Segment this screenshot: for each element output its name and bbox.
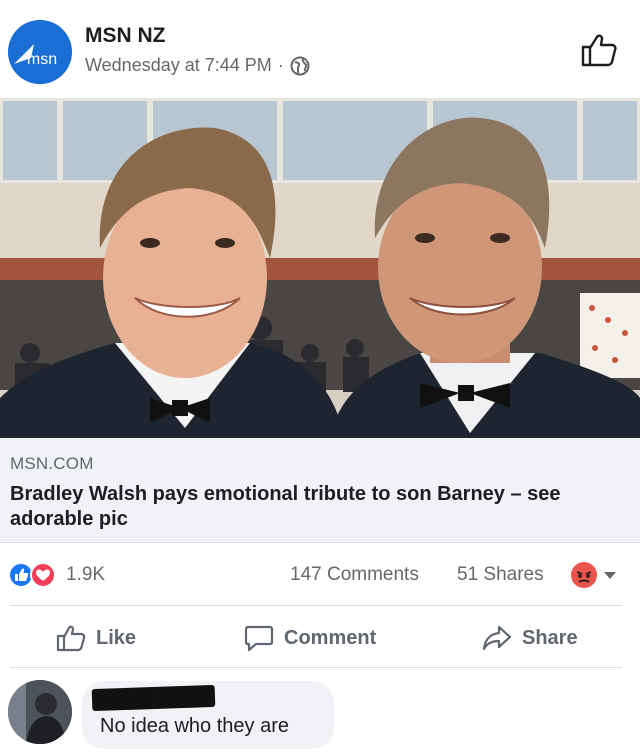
msn-logo-icon: msn	[8, 20, 72, 84]
meta-separator: ·	[277, 55, 284, 75]
reaction-icons[interactable]	[8, 562, 64, 588]
comment-author-redacted[interactable]: Jaman Brown	[91, 684, 216, 712]
comments-count[interactable]: 147 Comments	[290, 564, 419, 586]
comment-button[interactable]: Comment	[244, 618, 376, 658]
like-reaction-icon	[8, 562, 34, 588]
svg-text:msn: msn	[27, 51, 57, 68]
link-title[interactable]: Bradley Walsh pays emotional tribute to …	[10, 482, 625, 532]
chevron-down-icon	[604, 572, 616, 579]
globe-icon	[290, 56, 310, 76]
link-preview[interactable]: MSN.COM Bradley Walsh pays emotional tri…	[0, 438, 640, 543]
like-button[interactable]: Like	[56, 618, 136, 658]
page-avatar[interactable]: msn	[8, 20, 72, 84]
share-icon	[482, 625, 512, 651]
post-photo[interactable]	[0, 98, 640, 438]
post-timestamp[interactable]: Wednesday at 7:44 PM	[85, 55, 272, 76]
thumbs-up-icon[interactable]	[580, 32, 618, 68]
comment-text: No idea who they are	[100, 715, 290, 737]
post-header: msn MSN NZ Wednesday at 7:44 PM ·	[0, 0, 640, 98]
thumbs-up-icon	[56, 625, 86, 652]
comment-bubble: Jaman Brown No idea who they are	[82, 681, 334, 749]
commenter-avatar[interactable]	[8, 680, 72, 744]
like-label: Like	[96, 626, 137, 649]
post-meta: Wednesday at 7:44 PM ·	[85, 55, 310, 76]
angry-face-icon	[571, 562, 597, 588]
comment-icon	[244, 625, 274, 652]
comment-label: Comment	[284, 626, 377, 649]
engagement-bar: 1.9K 147 Comments 51 Shares	[0, 556, 640, 592]
page-name[interactable]: MSN NZ	[85, 24, 166, 48]
share-button[interactable]: Share	[482, 618, 578, 658]
share-label: Share	[522, 626, 578, 649]
person-photo-icon	[8, 680, 72, 744]
divider-bottom	[10, 667, 622, 668]
photo-illustration	[0, 98, 640, 438]
shares-count[interactable]: 51 Shares	[457, 564, 544, 586]
love-reaction-icon	[30, 562, 56, 588]
reaction-count[interactable]: 1.9K	[66, 564, 105, 586]
link-domain: MSN.COM	[10, 454, 94, 473]
reaction-picker[interactable]	[570, 561, 622, 589]
divider-top	[10, 605, 622, 606]
comment-author: Jaman Brown	[97, 685, 210, 708]
